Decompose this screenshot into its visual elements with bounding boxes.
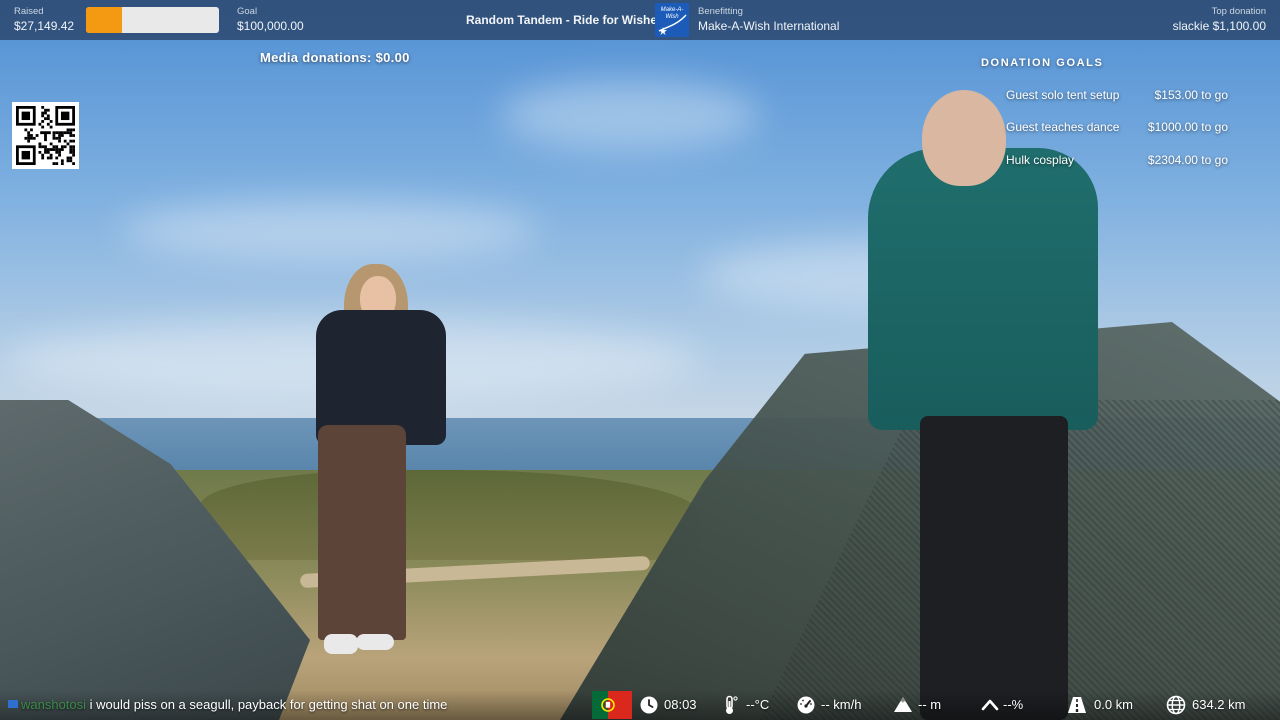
goal-name: Guest teaches dance — [1006, 120, 1120, 134]
goal-value: $100,000.00 — [237, 19, 304, 33]
goal-row: Guest solo tent setup $153.00 to go — [1006, 88, 1228, 104]
person-man-pants — [920, 416, 1068, 720]
top-donation-value: slackie $1,100.00 — [1172, 19, 1266, 33]
road-icon — [1068, 697, 1086, 713]
person-man-jacket — [868, 148, 1098, 430]
stream-title: Random Tandem - Ride for Wishes — [466, 13, 664, 27]
clock-icon — [640, 696, 658, 714]
total-distance-value: 634.2 km — [1192, 697, 1246, 712]
speed-value: -- km/h — [821, 697, 862, 712]
goal-stat: Goal $100,000.00 — [237, 6, 304, 34]
raised-value: $27,149.42 — [14, 19, 75, 33]
time-value: 08:03 — [664, 697, 697, 712]
goal-remaining: $1000.00 to go — [1147, 120, 1228, 134]
qr-code-icon — [12, 102, 79, 169]
goal-remaining: $153.00 to go — [1154, 88, 1228, 102]
trip-distance-value: 0.0 km — [1094, 697, 1134, 712]
incline-icon — [981, 699, 999, 711]
benefitting-stat: Benefitting Make-A-Wish International — [698, 6, 839, 34]
person-man-head — [922, 90, 1006, 186]
person-woman-shoe — [356, 634, 394, 650]
goal-name: Guest solo tent setup — [1006, 88, 1120, 102]
chat-text: i would piss on a seagull, payback for g… — [89, 697, 448, 712]
incline-value: --% — [1003, 697, 1024, 712]
logo-text: Make-A-Wish — [660, 7, 684, 20]
bush — [200, 470, 700, 560]
top-donation-label: Top donation — [1211, 6, 1266, 17]
qr-code-pattern — [16, 106, 75, 165]
donation-goals-title: DONATION GOALS — [981, 57, 1104, 69]
portugal-flag-icon — [592, 691, 632, 719]
raised-stat: Raised $27,149.42 — [14, 6, 74, 34]
donation-progress-fill — [86, 7, 123, 33]
top-donation-stat: Top donation slackie $1,100.00 — [1173, 6, 1266, 34]
cloud — [500, 80, 760, 150]
goal-row: Guest teaches dance $1000.00 to go — [1006, 120, 1228, 136]
raised-label: Raised — [14, 6, 44, 17]
chat-username: wanshotosi — [21, 697, 87, 712]
chat-badge-icon — [8, 700, 18, 708]
benefitting-label: Benefitting — [698, 6, 743, 17]
media-donations-total: Media donations: $0.00 — [260, 50, 410, 65]
goal-label: Goal — [237, 6, 258, 17]
cloud — [120, 200, 540, 260]
goal-name: Hulk cosplay — [1006, 153, 1075, 167]
charity-name: Make-A-Wish International — [698, 19, 840, 33]
speedometer-icon — [797, 696, 815, 714]
thermometer-icon — [726, 695, 738, 714]
goal-remaining: $2304.00 to go — [1147, 153, 1228, 167]
chat-message: wanshotosi i would piss on a seagull, pa… — [8, 697, 447, 712]
altitude-value: -- m — [918, 697, 942, 712]
make-a-wish-logo: Make-A-Wish — [655, 3, 689, 37]
mountain-icon — [894, 697, 912, 712]
donation-progress-bar — [86, 7, 219, 33]
goal-row: Hulk cosplay $2304.00 to go — [1006, 153, 1228, 169]
camera-feed — [0, 0, 1280, 720]
person-woman-pants — [318, 425, 406, 640]
globe-icon — [1166, 695, 1186, 715]
donation-topbar: Raised $27,149.42 Goal $100,000.00 Rando… — [0, 0, 1280, 40]
temperature-value: --°C — [746, 697, 770, 712]
person-woman-shoe — [324, 634, 358, 654]
